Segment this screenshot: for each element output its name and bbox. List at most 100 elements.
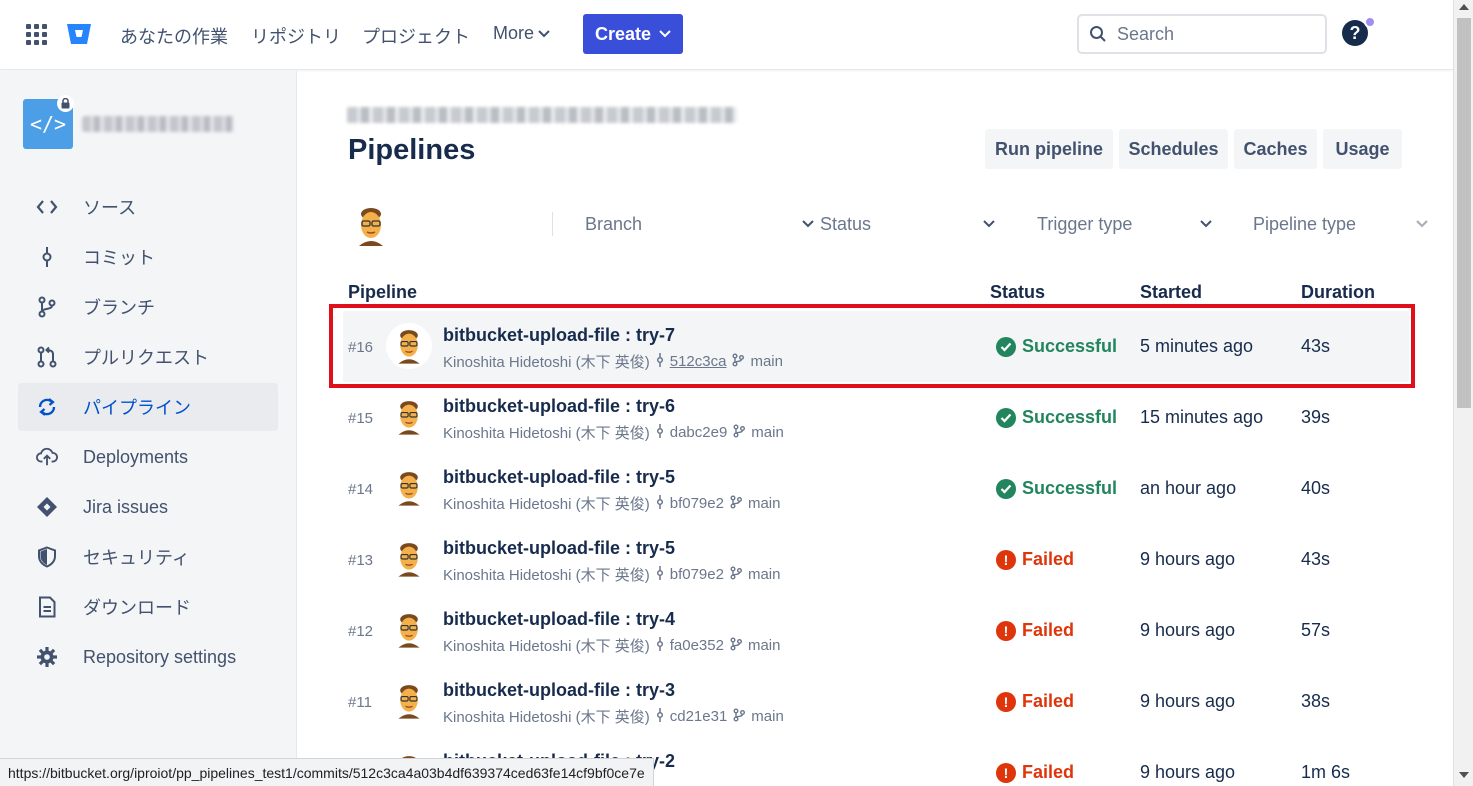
nav-repositories[interactable]: リポジトリ — [251, 23, 341, 49]
branch-icon — [733, 424, 746, 442]
pipeline-title[interactable]: bitbucket-upload-file : try-4 — [443, 609, 675, 630]
scrollbar-thumb[interactable] — [1457, 18, 1471, 408]
status-badge: ! Failed — [996, 691, 1074, 712]
caches-button[interactable]: Caches — [1234, 129, 1317, 169]
sidebar-item-jira-issues[interactable]: Jira issues — [18, 483, 278, 531]
sidebar-item-security[interactable]: セキュリティ — [18, 533, 278, 581]
branch-icon — [36, 296, 58, 318]
status-badge: Successful — [996, 478, 1117, 499]
branch-icon — [733, 708, 746, 726]
nav-your-work[interactable]: あなたの作業 — [120, 23, 228, 49]
search-placeholder: Search — [1117, 23, 1175, 44]
sidebar-item-downloads[interactable]: ダウンロード — [18, 583, 278, 631]
sidebar-item-label: パイプライン — [83, 398, 191, 418]
pipeline-number: #14 — [348, 481, 374, 498]
sidebar-item-source[interactable]: ソース — [18, 183, 278, 231]
pipeline-number: #13 — [348, 552, 374, 569]
nav-more-menu[interactable]: More — [493, 23, 550, 44]
pipeline-row[interactable]: #12 bitbucket-upload-file : try-4 Kinoshit… — [343, 595, 1409, 666]
lock-icon — [57, 95, 74, 112]
app-switcher-icon[interactable] — [26, 24, 47, 45]
pipeline-row[interactable]: #15 bitbucket-upload-file : try-6 Kinoshit… — [343, 382, 1409, 453]
check-circle-icon — [996, 336, 1016, 357]
branch-icon — [732, 353, 745, 371]
commit-link[interactable]: fa0e352 — [670, 637, 724, 654]
author-name: Kinoshita Hidetoshi (木下 英俊) — [443, 709, 650, 726]
commit-icon — [656, 494, 664, 513]
sidebar-item-pipelines[interactable]: パイプライン — [18, 383, 278, 431]
chevron-down-icon[interactable] — [802, 220, 814, 228]
pipeline-row[interactable]: #13 bitbucket-upload-file : try-5 Kinoshit… — [343, 524, 1409, 595]
pipeline-title[interactable]: bitbucket-upload-file : try-5 — [443, 467, 675, 488]
pipeline-title[interactable]: bitbucket-upload-file : try-5 — [443, 538, 675, 559]
user-filter-avatar[interactable] — [354, 206, 388, 251]
pipeline-meta: Kinoshita Hidetoshi (木下 英俊) bf079e2 main — [443, 493, 780, 514]
scroll-up-arrow-icon[interactable] — [1459, 4, 1469, 10]
chevron-down-icon[interactable] — [1200, 220, 1212, 228]
duration: 1m 6s — [1301, 762, 1351, 782]
commit-link[interactable]: 512c3ca — [670, 353, 727, 370]
author-avatar — [386, 536, 432, 582]
schedules-button[interactable]: Schedules — [1119, 129, 1228, 169]
gear-icon — [36, 646, 58, 668]
bitbucket-logo-icon[interactable] — [66, 22, 92, 51]
started-time: 9 hours ago — [1140, 762, 1236, 782]
pipeline-title[interactable]: bitbucket-upload-file : try-3 — [443, 680, 675, 701]
run-pipeline-button[interactable]: Run pipeline — [985, 129, 1113, 169]
shield-icon — [36, 546, 58, 568]
status-badge: ! Failed — [996, 549, 1074, 570]
commit-icon — [36, 246, 58, 268]
sidebar-item-deployments[interactable]: Deployments — [18, 433, 278, 481]
sidebar-item-label: Deployments — [83, 446, 189, 467]
chevron-down-icon[interactable] — [983, 220, 995, 228]
commit-link[interactable]: dabc2e9 — [670, 424, 728, 441]
commit-icon — [656, 565, 664, 584]
create-button[interactable]: Create — [583, 14, 683, 54]
sidebar-item-branches[interactable]: ブランチ — [18, 283, 278, 331]
pipeline-title[interactable]: bitbucket-upload-file : try-6 — [443, 396, 675, 417]
commit-link[interactable]: cd21e31 — [670, 708, 728, 725]
nav-projects[interactable]: プロジェクト — [362, 23, 470, 49]
pipeline-title[interactable]: bitbucket-upload-file : try-7 — [443, 325, 675, 346]
commit-link[interactable]: bf079e2 — [670, 495, 724, 512]
branch-filter[interactable]: Branch — [585, 214, 642, 235]
chevron-down-icon[interactable] — [1416, 220, 1428, 228]
chevron-down-icon — [538, 29, 550, 37]
pipeline-meta: Kinoshita Hidetoshi (木下 英俊) fa0e352 main — [443, 635, 780, 656]
browser-status-url: https://bitbucket.org/iproiot/pp_pipelin… — [0, 758, 654, 786]
sidebar-item-pull-requests[interactable]: プルリクエスト — [18, 333, 278, 381]
branch-name: main — [747, 495, 781, 512]
cloud-upload-icon — [36, 446, 58, 468]
status-label: Successful — [1022, 407, 1118, 427]
pipeline-row[interactable]: #14 bitbucket-upload-file : try-5 Kinoshit… — [343, 453, 1409, 524]
scroll-down-arrow-icon[interactable] — [1459, 772, 1469, 778]
sidebar-item-commits[interactable]: コミット — [18, 233, 278, 281]
pipeline-number: #11 — [348, 694, 372, 711]
usage-button[interactable]: Usage — [1323, 129, 1402, 169]
author-name: Kinoshita Hidetoshi (木下 英俊) — [443, 638, 650, 655]
branch-name: main — [750, 353, 783, 370]
error-circle-icon: ! — [996, 691, 1016, 712]
status-filter[interactable]: Status — [820, 214, 871, 235]
status-label: Successful — [1022, 336, 1118, 356]
profile-avatar[interactable] — [1393, 10, 1421, 54]
trigger-type-filter[interactable]: Trigger type — [1037, 214, 1132, 235]
column-header-started[interactable]: Started — [1140, 282, 1202, 303]
pipeline-meta: Kinoshita Hidetoshi (木下 英俊) 512c3ca main — [443, 351, 783, 372]
column-header-duration[interactable]: Duration — [1301, 282, 1375, 303]
pipeline-row[interactable]: #16 bitbucket-upload-file : try-7 Kinoshit… — [343, 311, 1409, 382]
commit-icon — [656, 423, 664, 442]
branch-icon — [730, 566, 742, 584]
search-input[interactable]: Search — [1077, 14, 1327, 54]
page-scrollbar[interactable] — [1453, 0, 1473, 786]
repo-name-redacted[interactable] — [82, 116, 234, 132]
branch-icon — [730, 637, 742, 655]
pipeline-row[interactable]: #11 bitbucket-upload-file : try-3 Kinoshit… — [343, 666, 1409, 737]
branch-icon — [730, 495, 742, 513]
filter-divider — [552, 212, 553, 236]
commit-link[interactable]: bf079e2 — [670, 566, 724, 583]
author-name: Kinoshita Hidetoshi (木下 英俊) — [443, 354, 650, 371]
pipeline-type-filter[interactable]: Pipeline type — [1253, 214, 1356, 235]
sidebar-item-repository-settings[interactable]: Repository settings — [18, 633, 278, 681]
breadcrumb-redacted[interactable] — [347, 107, 737, 123]
